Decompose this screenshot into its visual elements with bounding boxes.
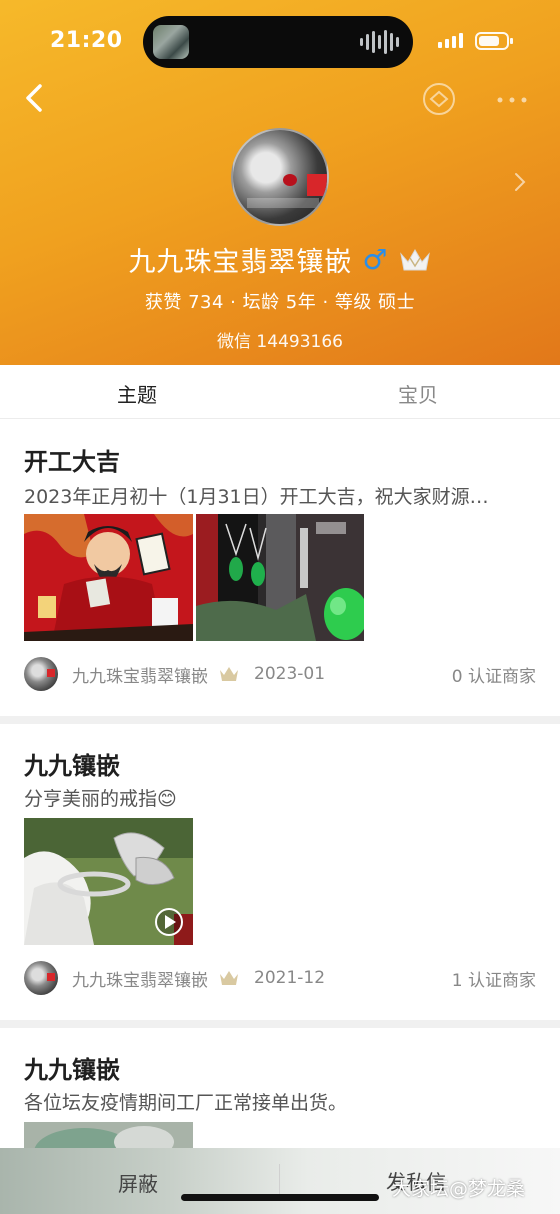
post-card[interactable]: 九九镶嵌 分亨美丽的戒指😊 九九珠宝翡翠镶嵌 2021-12 1 认证商家	[0, 724, 560, 1020]
post-meta: 九九珠宝翡翠镶嵌 2021-12 1 认证商家	[24, 961, 536, 995]
chevron-left-icon	[26, 84, 42, 112]
post-card[interactable]: 开工大吉 2023年正月初十（1月31日）开工大吉，祝大家财源… 九九珠宝翡翠镶…	[0, 420, 560, 716]
audio-waveform-icon	[360, 30, 399, 54]
post-description: 分亨美丽的戒指😊	[24, 788, 177, 810]
post-count-label: 0 认证商家	[451, 666, 536, 687]
profile-name: 九九珠宝翡翠镶嵌	[128, 247, 353, 278]
block-button[interactable]: 屏蔽	[118, 1168, 158, 1197]
cellular-signal-icon	[438, 33, 463, 48]
post-title: 九九镶嵌	[24, 752, 120, 780]
post-image-god-of-wealth[interactable]	[24, 514, 193, 641]
battery-icon	[475, 32, 513, 50]
tab-topics[interactable]: 主题	[117, 379, 157, 408]
crown-icon	[220, 667, 238, 681]
status-time: 21:20	[50, 28, 123, 53]
home-indicator[interactable]	[181, 1194, 379, 1201]
post-separator	[0, 1020, 560, 1028]
author-avatar[interactable]	[24, 961, 58, 995]
bar-divider	[279, 1164, 280, 1194]
post-date: 2021-12	[254, 968, 326, 988]
crown-icon	[399, 248, 430, 270]
tab-goods[interactable]: 宝贝	[398, 379, 438, 408]
post-title: 开工大吉	[24, 448, 120, 476]
author-avatar[interactable]	[24, 657, 58, 691]
now-playing-thumbnail	[153, 25, 189, 59]
watermark: 大家坛@梦龙桑	[392, 1178, 526, 1200]
post-description: 2023年正月初十（1月31日）开工大吉，祝大家财源…	[24, 486, 489, 508]
profile-avatar[interactable]	[231, 128, 329, 226]
profile-detail-chevron[interactable]	[510, 170, 530, 194]
post-separator	[0, 716, 560, 724]
post-title: 九九镶嵌	[24, 1056, 120, 1084]
profile-stats: 获赞 734 · 坛龄 5年 · 等级 硕士	[144, 292, 416, 313]
profile-name-row: 九九珠宝翡翠镶嵌 ♂	[0, 240, 560, 279]
more-button[interactable]	[494, 86, 530, 114]
profile-tabs: 主题 宝贝	[0, 365, 560, 419]
more-dots-icon	[497, 97, 527, 103]
post-image-jade-pendants[interactable]	[196, 514, 364, 641]
profile-wechat: 微信 14493166	[217, 332, 343, 352]
post-count-label: 1 认证商家	[451, 970, 536, 991]
profile-header: 21:20 九九珠宝翡翠镶嵌 ♂ 获赞 734 · 坛龄 5年 · 等级 硕士 …	[0, 0, 560, 365]
crown-icon	[220, 971, 238, 985]
chevron-right-icon	[515, 173, 526, 191]
post-meta: 九九珠宝翡翠镶嵌 2023-01 0 认证商家	[24, 657, 536, 691]
post-date: 2023-01	[254, 664, 326, 684]
share-icon	[423, 83, 455, 115]
male-gender-icon: ♂	[362, 242, 388, 276]
post-video-ring[interactable]	[24, 818, 193, 945]
post-author[interactable]: 九九珠宝翡翠镶嵌	[72, 966, 208, 991]
back-button[interactable]	[18, 78, 58, 118]
post-description: 各位坛友疫情期间工厂正常接单出货。	[24, 1092, 348, 1114]
share-button[interactable]	[420, 80, 458, 118]
dynamic-island[interactable]	[143, 16, 413, 68]
post-author[interactable]: 九九珠宝翡翠镶嵌	[72, 662, 208, 687]
